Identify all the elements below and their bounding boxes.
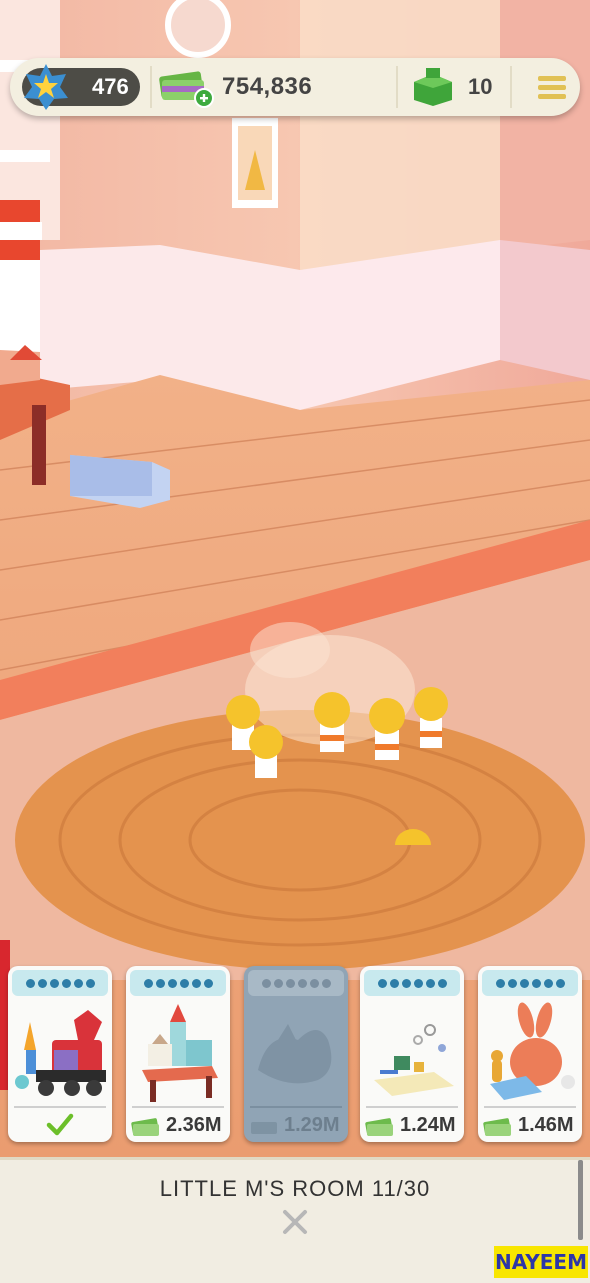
level-value: 476 [92,74,129,99]
card-separator [250,1106,342,1108]
green-box-icon [414,68,452,106]
craft-set-image [374,1024,454,1096]
close-icon [283,1210,307,1234]
train-toys-image [15,1010,106,1096]
card-progress-dots [364,970,460,996]
cash-stack-icon [159,71,214,108]
cash-icon [131,1118,159,1136]
card-separator [366,1106,458,1108]
bunny-toys-image [490,1002,575,1100]
watermark-badge: NAYEEM [494,1246,588,1278]
card-separator [132,1106,224,1108]
card-price: 1.46M [518,1114,574,1136]
card-price: 1.29M [284,1114,340,1136]
furniture-card-dinosaur[interactable]: 1.29M [244,966,348,1142]
hud-divider [510,66,512,108]
castle-table-image [142,1004,218,1102]
card-separator [14,1106,106,1108]
level-pill[interactable]: 476 [22,64,140,110]
card-progress-dots [482,970,578,996]
furniture-card-craft-set[interactable]: 1.24M [360,966,464,1142]
close-button[interactable] [279,1206,311,1238]
room-title: LITTLE M'S ROOM 11/30 [159,1176,431,1201]
card-price: 2.36M [166,1114,222,1136]
box-count: 10 [468,74,493,99]
cash-icon [365,1118,393,1136]
hamburger-menu-icon [538,76,566,99]
top-hud: 476 754,836 10 [10,58,580,116]
menu-button[interactable] [524,64,578,110]
check-icon [46,1113,74,1136]
cash-value: 754,836 [222,73,313,100]
card-progress-dots [12,970,108,996]
hud-divider [150,66,152,108]
furniture-card-train-toys[interactable] [8,966,112,1142]
furniture-card-bunny-toys[interactable]: 1.46M [478,966,582,1142]
card-separator [484,1106,576,1108]
cash-icon [251,1122,277,1134]
card-progress-dots [248,970,344,996]
hud-divider [396,66,398,108]
panel-scrollbar[interactable] [578,1160,583,1240]
star-badge-icon [24,64,68,110]
card-progress-dots [130,970,226,996]
dinosaur-image [258,1024,332,1084]
furniture-card-castle-table[interactable]: 2.36M [126,966,230,1142]
cash-icon [483,1118,511,1136]
card-price: 1.24M [400,1114,456,1136]
